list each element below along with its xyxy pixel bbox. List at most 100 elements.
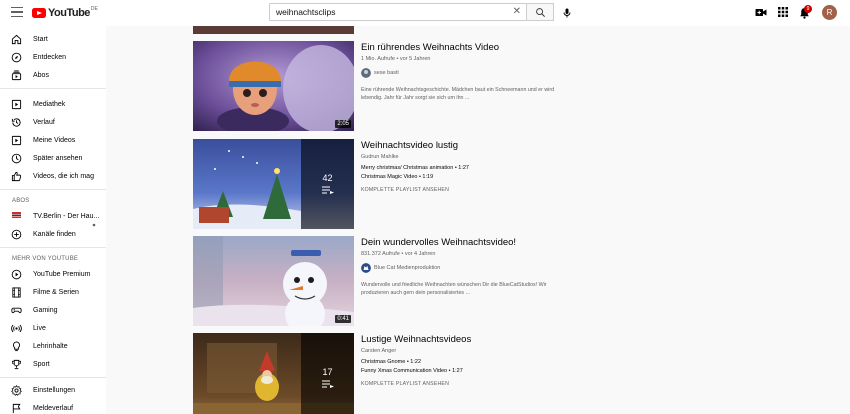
sidebar-item-kanaele-finden[interactable]: Kanäle finden — [0, 226, 106, 242]
playlist-title[interactable]: Lustige Weihnachtsvideos — [361, 334, 471, 345]
flag-icon — [12, 403, 21, 413]
home-icon — [11, 34, 22, 44]
video-thumbnail[interactable]: 2:05 — [193, 41, 354, 131]
channel-avatar — [361, 263, 371, 273]
sidebar: Start Entdecken Abos Mediathek Verlauf M… — [0, 26, 106, 414]
sidebar-divider — [0, 377, 106, 378]
sidebar-divider — [0, 88, 106, 89]
video-title[interactable]: Ein rührendes Weihnachts Video — [361, 42, 499, 53]
sidebar-section-heading: ABOS — [12, 198, 30, 204]
sidebar-item-live[interactable]: Live — [0, 320, 106, 336]
description-line: Eine rührende Weihnachtsgeschichte. Mädc… — [361, 87, 555, 93]
video-description: Wundervolle und friedliche Weihnachten w… — [361, 281, 561, 297]
channel-name[interactable]: Carsten Anger — [361, 348, 396, 354]
gear-icon — [11, 384, 22, 396]
playlist-result[interactable]: 17 Lustige Weihnachtsvideos Carsten Ange… — [193, 333, 641, 414]
tv-berlin-channel-icon — [12, 212, 21, 219]
youtube-premium-icon — [11, 269, 22, 279]
channel-name: Blue Cat Medienproduktion — [374, 265, 441, 271]
video-metadata: 1 Mio. Aufrufe • vor 5 Jahren — [361, 56, 431, 62]
sidebar-item-tv-berlin[interactable]: TV.Berlin - Der Hau... — [0, 208, 106, 227]
clock-icon — [11, 153, 22, 163]
sidebar-item-lehrinhalte[interactable]: Lehrinhalte — [0, 338, 106, 354]
sidebar-item-label: YouTube Premium — [33, 270, 91, 278]
lightbulb-icon — [12, 340, 21, 351]
logo-text: YouTube — [48, 7, 90, 19]
sidebar-item-videos-die-ich-mag[interactable]: Videos, die ich mag — [0, 168, 106, 184]
description-line: produzieren auch gern dein personalisier… — [361, 290, 470, 296]
playlist-icon — [322, 380, 334, 388]
sidebar-item-label: Filme & Serien — [33, 288, 79, 296]
trophy-icon — [12, 359, 21, 369]
video-thumbnail[interactable]: 0:41 — [193, 236, 354, 326]
sidebar-item-einstellungen[interactable]: Einstellungen — [0, 382, 106, 398]
search-button[interactable] — [527, 3, 554, 21]
playlist-item[interactable]: Christmas Gnome • 1:22 — [361, 359, 421, 365]
sidebar-item-label: Live — [33, 324, 46, 332]
view-full-playlist-link[interactable]: KOMPLETTE PLAYLIST ANSEHEN — [361, 381, 449, 387]
playlist-count: 42 — [322, 173, 333, 183]
compass-icon — [11, 52, 22, 62]
youtube-play-icon — [32, 8, 46, 18]
logo-country: DE — [90, 6, 98, 12]
sidebar-item-sport[interactable]: Sport — [0, 356, 106, 372]
channel-name[interactable]: Gudrun Mahlke — [361, 154, 399, 160]
view-full-playlist-link[interactable]: KOMPLETTE PLAYLIST ANSEHEN — [361, 187, 449, 193]
search-icon — [536, 8, 545, 17]
video-title[interactable]: Dein wundervolles Weihnachtsvideo! — [361, 237, 516, 248]
sidebar-item-meine-videos[interactable]: Meine Videos — [0, 132, 106, 148]
menu-icon[interactable] — [11, 7, 23, 17]
playlist-result[interactable]: 42 Weihnachtsvideo lustig Gudrun Mahlke … — [193, 139, 641, 231]
sidebar-item-label: Start — [33, 35, 48, 43]
playlist-overlay: 17 — [301, 333, 354, 414]
video-result[interactable]: 0:41 Dein wundervolles Weihnachtsvideo! … — [193, 236, 641, 328]
sidebar-item-label: Entdecken — [33, 53, 67, 61]
video-result[interactable]: 2:05 Ein rührendes Weihnachts Video 1 Mi… — [193, 41, 641, 133]
playlist-item[interactable]: Funny Xmas Communication Video • 1:27 — [361, 368, 463, 374]
sidebar-item-label: Sport — [33, 360, 50, 368]
sidebar-item-verlauf[interactable]: Verlauf — [0, 114, 106, 130]
sidebar-item-spaeter-ansehen[interactable]: Später ansehen — [0, 150, 106, 166]
sidebar-item-start[interactable]: Start — [0, 31, 106, 47]
create-video-icon[interactable] — [755, 7, 767, 18]
microphone-icon[interactable] — [561, 6, 573, 20]
avatar[interactable]: R — [822, 5, 837, 20]
sidebar-item-label: Videos, die ich mag — [33, 172, 94, 180]
masthead: YouTube DE weihnachtsclips ✕ 9 R — [0, 0, 850, 26]
sidebar-item-mediathek[interactable]: Mediathek — [0, 96, 106, 112]
youtube-logo[interactable]: YouTube DE — [32, 6, 98, 19]
playlist-thumbnail[interactable]: 42 — [193, 139, 354, 229]
sidebar-item-gaming[interactable]: Gaming — [0, 302, 106, 318]
playlist-title[interactable]: Weihnachtsvideo lustig — [361, 140, 458, 151]
playlist-overlay: 42 — [301, 139, 354, 229]
sidebar-section-heading: MEHR VON YOUTUBE — [12, 256, 79, 262]
sidebar-item-label: Verlauf — [33, 118, 55, 126]
playlist-item[interactable]: Christmas Magic Video • 1:19 — [361, 174, 433, 180]
sidebar-item-filme-serien[interactable]: Filme & Serien — [0, 284, 106, 300]
description-line: Wundervolle und friedliche Weihnachten w… — [361, 282, 547, 288]
sidebar-item-meldeverlauf[interactable]: Meldeverlauf — [0, 400, 106, 414]
channel-avatar — [361, 68, 371, 78]
search-input[interactable]: weihnachtsclips ✕ — [269, 3, 527, 21]
playlist-item[interactable]: Merry christmas/ Christmas animation • 1… — [361, 165, 469, 171]
video-metadata: 831.372 Aufrufe • vor 4 Jahren — [361, 251, 436, 257]
notification-badge: 9 — [804, 5, 812, 13]
channel-link[interactable]: sese basti — [361, 68, 399, 78]
sidebar-item-abos[interactable]: Abos — [0, 67, 106, 83]
sidebar-item-entdecken[interactable]: Entdecken — [0, 49, 106, 65]
add-circle-icon — [11, 229, 22, 239]
previous-video-thumbnail[interactable] — [193, 26, 354, 34]
film-icon — [12, 286, 21, 298]
video-duration: 0:41 — [335, 315, 351, 323]
gaming-icon — [11, 307, 22, 313]
sidebar-item-youtube-premium[interactable]: YouTube Premium — [0, 266, 106, 282]
apps-grid-icon[interactable] — [778, 7, 788, 17]
channel-link[interactable]: Blue Cat Medienproduktion — [361, 263, 440, 273]
sidebar-item-label: TV.Berlin - Der Hau... — [33, 212, 100, 220]
sidebar-item-label: Einstellungen — [33, 386, 76, 394]
playlist-thumbnail[interactable]: 17 — [193, 333, 354, 414]
sidebar-item-label: Lehrinhalte — [33, 342, 68, 350]
sidebar-item-label: Gaming — [33, 306, 58, 314]
clear-search-icon[interactable]: ✕ — [513, 6, 521, 18]
thumbnail-image — [193, 41, 354, 131]
